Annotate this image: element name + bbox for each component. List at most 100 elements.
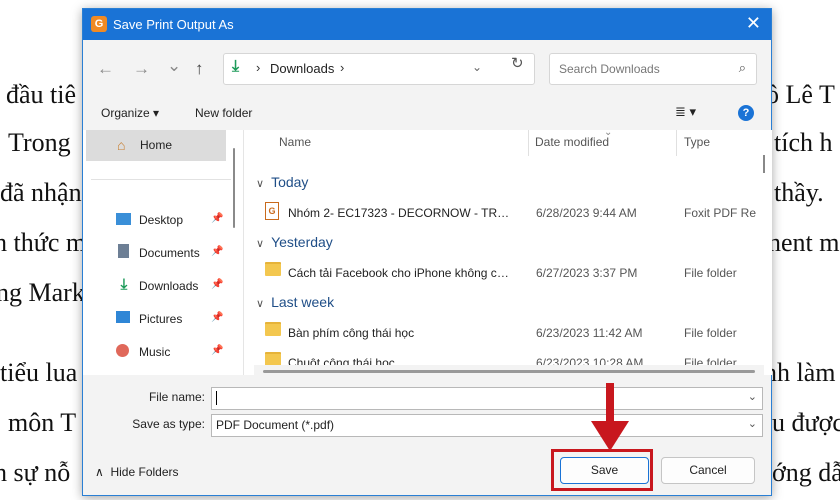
sidebar-item-music[interactable]: Music 📌 — [83, 337, 233, 367]
bg-line-left: Trong — [8, 128, 71, 157]
bg-line-left: ng Mark — [0, 278, 85, 307]
bg-line-left: đã nhận — [0, 178, 82, 207]
group-header-last-week[interactable]: ∨ Last week — [256, 294, 334, 310]
address-bar[interactable]: ⤓ › Downloads › ⌄ — [223, 53, 535, 85]
organize-menu[interactable]: Organize ▾ — [101, 106, 159, 120]
documents-icon — [118, 244, 129, 258]
file-row[interactable]: Cách tải Facebook cho iPhone không că...… — [254, 257, 764, 287]
pin-icon[interactable]: 📌 — [211, 246, 223, 257]
group-header-today[interactable]: ∨ Today — [256, 174, 308, 190]
new-folder-button[interactable]: New folder — [195, 106, 252, 120]
pin-icon[interactable]: 📌 — [211, 279, 223, 290]
sidebar-item-label: Documents — [139, 246, 200, 260]
sidebar-item-label: Downloads — [139, 279, 199, 293]
dialog-footer: ∧ Hide Folders Save Cancel — [83, 441, 771, 495]
search-icon: ⌕ — [738, 60, 746, 75]
breadcrumb-separator: › — [256, 60, 261, 75]
chevron-down-icon[interactable]: ⌄ — [472, 60, 482, 74]
bg-line-right: ớng dẫ — [772, 458, 840, 487]
file-list: Name ⌄ Date modified Type ∨ Today G Nhóm … — [243, 130, 772, 375]
file-type: File folder — [684, 266, 737, 280]
back-arrow-icon[interactable]: ← — [97, 59, 114, 79]
sidebar-item-documents[interactable]: Documents 📌 — [83, 238, 233, 268]
downloads-icon: ⤓ — [232, 58, 240, 75]
chevron-down-icon[interactable]: ⌄ — [748, 417, 757, 430]
chevron-down-icon: ∨ — [256, 238, 265, 250]
sidebar-item-label: Desktop — [139, 213, 184, 227]
folder-icon — [265, 322, 281, 336]
bg-line-right: u được — [772, 408, 840, 437]
text-cursor — [216, 391, 217, 405]
title-bar: G Save Print Output As ✕ — [83, 9, 771, 40]
sidebar-item-videos[interactable]: Vi — [83, 367, 233, 375]
horizontal-scrollbar[interactable] — [263, 370, 755, 373]
search-input[interactable]: Search Downloads ⌕ — [549, 53, 757, 85]
bg-line-left: đầu tiê — [6, 80, 77, 109]
recent-locations-icon[interactable]: ⌄ — [167, 56, 181, 76]
bg-line-left: h sự nỗ — [0, 458, 71, 487]
save-as-type-value: PDF Document (*.pdf) — [216, 418, 335, 432]
sidebar-item-desktop[interactable]: Desktop 📌 — [83, 205, 233, 235]
sidebar-scrollbar[interactable] — [233, 148, 235, 228]
group-label: Last week — [271, 294, 335, 310]
group-label: Yesterday — [271, 234, 333, 250]
column-header-type[interactable]: Type — [684, 135, 710, 149]
forward-arrow-icon[interactable]: → — [133, 59, 150, 79]
pin-icon[interactable]: 📌 — [211, 312, 223, 323]
chevron-down-icon: ∨ — [256, 298, 265, 310]
pdf-file-icon: G — [265, 202, 279, 220]
column-divider[interactable] — [676, 130, 677, 156]
sidebar-item-home[interactable]: ⌂ Home — [86, 130, 226, 161]
pin-icon[interactable]: 📌 — [211, 213, 223, 224]
file-name: Cách tải Facebook cho iPhone không că... — [288, 266, 510, 280]
file-row[interactable]: G Nhóm 2- EC17323 - DECORNOW - TRAN... 6… — [254, 197, 764, 227]
bg-line-right: nh làm — [764, 358, 836, 387]
file-name: Nhóm 2- EC17323 - DECORNOW - TRAN... — [288, 206, 510, 220]
file-type: File folder — [684, 326, 737, 340]
help-icon[interactable]: ? — [738, 105, 754, 121]
file-type: Foxit PDF Re — [684, 206, 757, 220]
chevron-up-icon: ∧ — [95, 465, 104, 479]
file-list-scrollbar[interactable] — [763, 155, 765, 173]
save-dialog: G Save Print Output As ✕ ← → ⌄ ↑ ⤓ › Dow… — [82, 8, 772, 496]
pin-icon[interactable]: 📌 — [211, 345, 223, 356]
refresh-icon[interactable]: ↻ — [511, 54, 524, 72]
group-header-yesterday[interactable]: ∨ Yesterday — [256, 234, 333, 250]
divider — [91, 179, 231, 180]
sidebar-item-downloads[interactable]: ⤓ Downloads 📌 — [83, 271, 233, 301]
column-header-date-modified[interactable]: Date modified — [535, 135, 609, 149]
bg-line-left: h thức m — [0, 228, 87, 257]
view-options-icon[interactable]: ≣ ▾ — [675, 104, 696, 120]
pictures-icon — [116, 311, 130, 323]
sidebar-item-label: Pictures — [139, 312, 183, 326]
breadcrumb-separator[interactable]: › — [340, 60, 344, 75]
save-as-type-select[interactable]: PDF Document (*.pdf) ⌄ — [211, 414, 763, 437]
sidebar-item-label: Home — [140, 138, 173, 152]
breadcrumb-downloads[interactable]: Downloads — [270, 61, 334, 76]
bg-line-left: tiểu lua — [0, 358, 78, 387]
column-divider[interactable] — [528, 130, 529, 156]
navigation-pane: ⌂ Home Desktop 📌 Documents 📌 ⤓ Downloads… — [83, 130, 243, 375]
desktop-icon — [116, 213, 131, 225]
bg-line-right: nent m — [768, 228, 840, 257]
dialog-title: Save Print Output As — [113, 17, 234, 32]
hide-folders-toggle[interactable]: ∧ Hide Folders — [95, 465, 179, 479]
home-icon: ⌂ — [117, 137, 126, 153]
file-name: Bàn phím công thái học — [288, 326, 415, 340]
file-name-field[interactable]: ⌄ — [211, 387, 763, 410]
sidebar-item-label: Music — [139, 345, 171, 359]
bg-line-right: tích h — [774, 128, 833, 157]
column-header-name[interactable]: Name — [279, 135, 311, 149]
sidebar-item-pictures[interactable]: Pictures 📌 — [83, 304, 233, 334]
folder-icon — [265, 352, 281, 366]
up-arrow-icon[interactable]: ↑ — [195, 59, 204, 79]
file-name-label: File name: — [148, 390, 205, 404]
red-arrow-annotation — [591, 383, 629, 451]
close-icon[interactable]: ✕ — [746, 13, 761, 34]
save-button[interactable]: Save — [560, 457, 649, 484]
file-row[interactable]: Bàn phím công thái học 6/23/2023 11:42 A… — [254, 317, 764, 347]
chevron-down-icon[interactable]: ⌄ — [748, 390, 757, 403]
save-fields: File name: ⌄ Save as type: PDF Document … — [83, 375, 771, 441]
cancel-button[interactable]: Cancel — [661, 457, 755, 484]
music-icon — [116, 344, 129, 357]
